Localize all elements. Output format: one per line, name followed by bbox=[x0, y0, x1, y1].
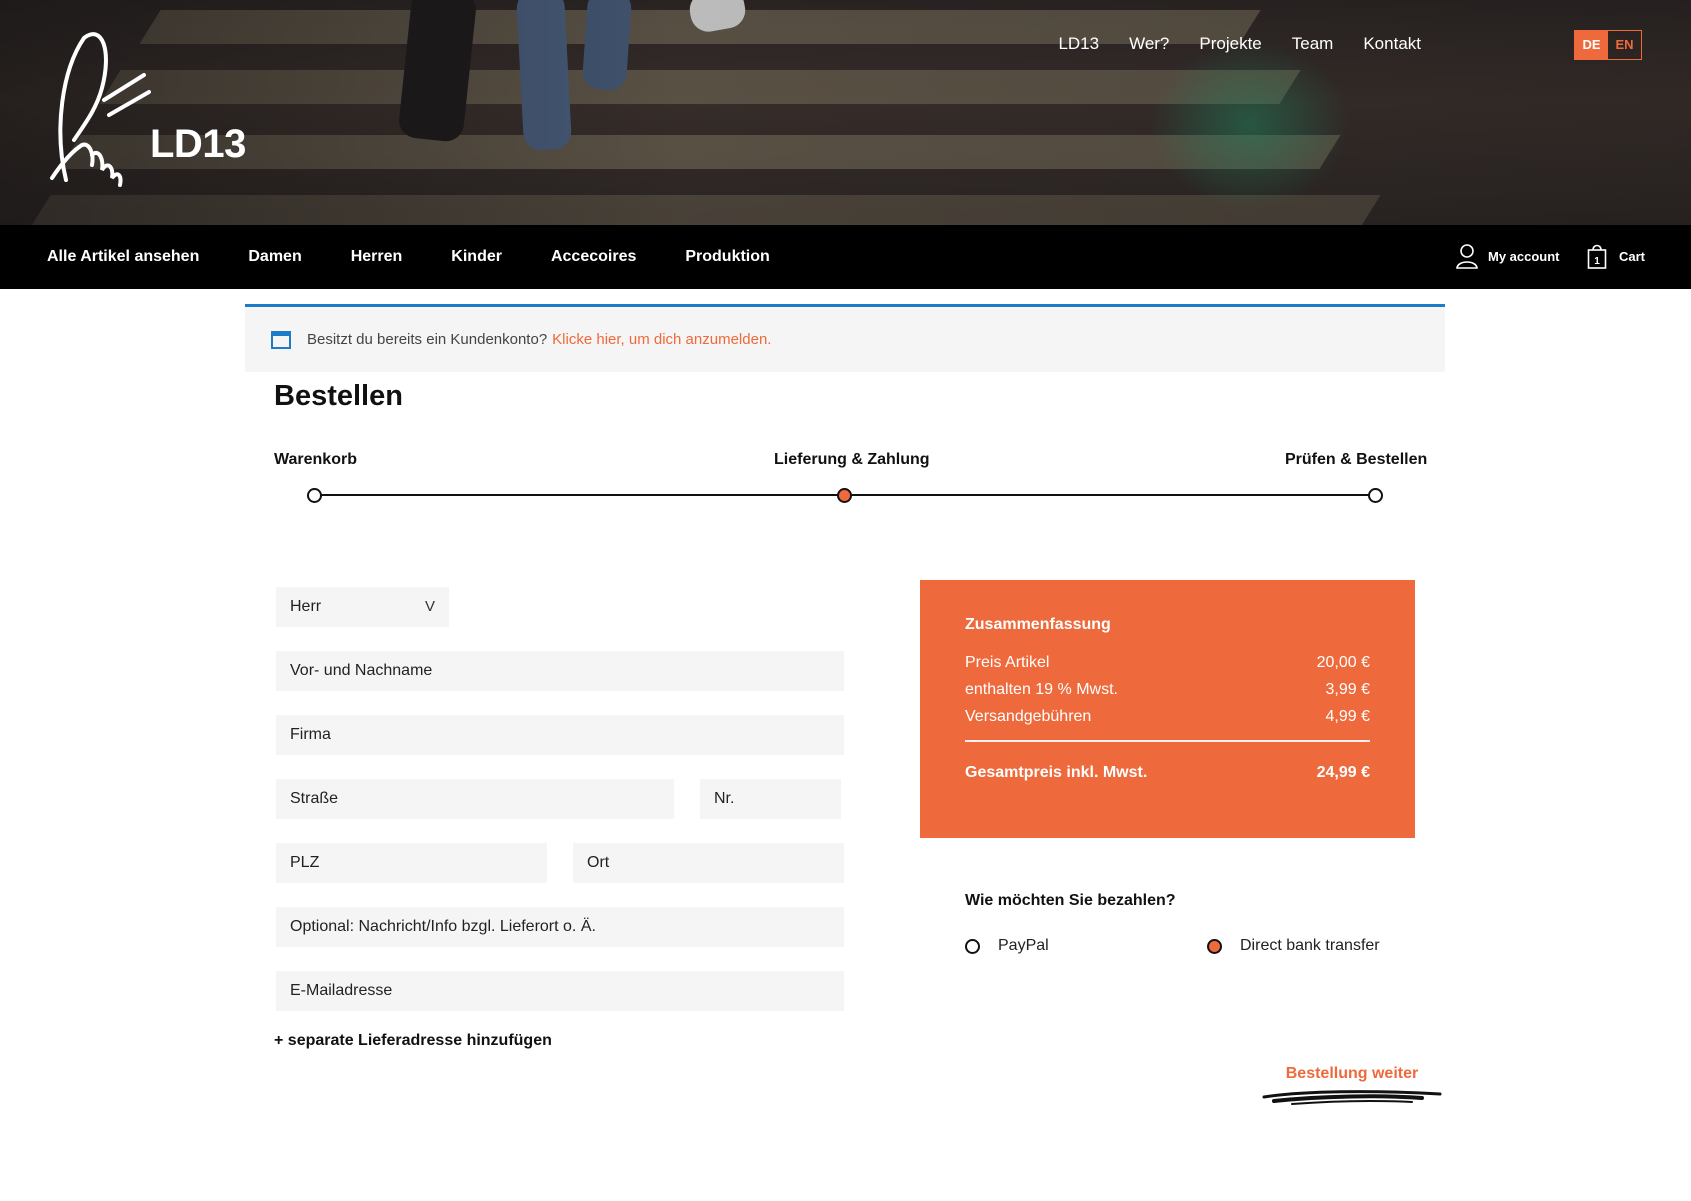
total-label: Gesamtpreis inkl. Mwst. bbox=[965, 764, 1148, 781]
message-field[interactable]: Optional: Nachricht/Info bzgl. Lieferort… bbox=[276, 907, 844, 947]
name-field[interactable]: Vor- und Nachname bbox=[276, 651, 844, 691]
brush-underline-icon bbox=[1262, 1090, 1442, 1105]
summary-title: Zusammenfassung bbox=[965, 616, 1111, 633]
hero-header: LD13 LD13 Wer? Projekte Team Kontakt DE … bbox=[0, 0, 1691, 225]
cart-count: 1 bbox=[1594, 256, 1600, 267]
topnav-projekte[interactable]: Projekte bbox=[1199, 34, 1261, 54]
payment-option-paypal[interactable]: PayPal bbox=[965, 937, 1049, 955]
payment-option-label: PayPal bbox=[998, 937, 1049, 954]
user-icon bbox=[1456, 244, 1478, 269]
email-field[interactable]: E-Mailadresse bbox=[276, 971, 844, 1011]
topnav-ld13[interactable]: LD13 bbox=[1058, 34, 1099, 54]
my-account-link[interactable]: My account bbox=[1456, 243, 1560, 269]
notice-text: Besitzt du bereits ein Kundenkonto? bbox=[307, 331, 548, 348]
payment-option-label: Direct bank transfer bbox=[1240, 937, 1380, 954]
summary-divider bbox=[965, 740, 1370, 742]
step-delivery-label: Lieferung & Zahlung bbox=[774, 451, 930, 468]
add-shipping-address-link[interactable]: + separate Lieferadresse hinzufügen bbox=[274, 1032, 552, 1050]
topnav-kontakt[interactable]: Kontakt bbox=[1363, 34, 1421, 54]
topnav-wer[interactable]: Wer? bbox=[1129, 34, 1169, 54]
payment-question: Wie möchten Sie bezahlen? bbox=[965, 892, 1176, 909]
page-title: Bestellen bbox=[274, 380, 403, 412]
summary-label: Preis Artikel bbox=[965, 654, 1050, 671]
email-placeholder: E-Mailadresse bbox=[290, 982, 393, 999]
continue-order-label: Bestellung weiter bbox=[1285, 1065, 1419, 1082]
step-review-dot bbox=[1368, 488, 1383, 503]
house-number-field[interactable]: Nr. bbox=[700, 779, 841, 819]
chevron-down-icon: V bbox=[424, 598, 435, 615]
lang-de-button[interactable]: DE bbox=[1575, 31, 1608, 59]
radio-button-selected[interactable] bbox=[1207, 938, 1222, 954]
name-placeholder: Vor- und Nachname bbox=[290, 662, 433, 679]
nav-kinder[interactable]: Kinder bbox=[451, 248, 502, 266]
cart-link[interactable]: 1 Cart bbox=[1587, 243, 1645, 269]
summary-value: 4,99 € bbox=[1325, 708, 1370, 725]
step-review-label: Prüfen & Bestellen bbox=[1285, 451, 1428, 468]
login-notice: Besitzt du bereits ein Kundenkonto? Klic… bbox=[245, 304, 1445, 372]
summary-total-row: Gesamtpreis inkl. Mwst. 24,99 € bbox=[965, 764, 1370, 782]
summary-row: Preis Artikel 20,00 € bbox=[965, 654, 1370, 672]
zip-placeholder: PLZ bbox=[290, 854, 320, 871]
shopping-bag-icon: 1 bbox=[1587, 244, 1607, 269]
summary-row: enthalten 19 % Mwst. 3,99 € bbox=[965, 681, 1370, 699]
nav-accessoires[interactable]: Accecoires bbox=[551, 248, 636, 266]
top-navigation: LD13 Wer? Projekte Team Kontakt bbox=[1058, 34, 1421, 54]
language-switcher: DE EN bbox=[1574, 30, 1642, 60]
step-cart-dot[interactable] bbox=[307, 488, 322, 503]
nav-produktion[interactable]: Produktion bbox=[685, 248, 769, 266]
payment-option-bank-transfer[interactable]: Direct bank transfer bbox=[1207, 937, 1380, 955]
summary-label: enthalten 19 % Mwst. bbox=[965, 681, 1118, 698]
step-cart-label: Warenkorb bbox=[274, 451, 357, 468]
lang-en-button[interactable]: EN bbox=[1608, 31, 1641, 59]
summary-row: Versandgebühren 4,99 € bbox=[965, 708, 1370, 726]
message-placeholder: Optional: Nachricht/Info bzgl. Lieferort… bbox=[290, 918, 596, 935]
nav-herren[interactable]: Herren bbox=[351, 248, 403, 266]
continue-order-button[interactable]: Bestellung weiter bbox=[1262, 1065, 1442, 1107]
salutation-value: Herr bbox=[290, 598, 322, 615]
city-field[interactable]: Ort bbox=[573, 843, 844, 883]
zip-field[interactable]: PLZ bbox=[276, 843, 547, 883]
salutation-select[interactable]: Herr V bbox=[276, 587, 449, 627]
street-placeholder: Straße bbox=[290, 790, 339, 807]
cart-label: Cart bbox=[1619, 248, 1646, 264]
login-link[interactable]: Klicke hier, um dich anzumelden. bbox=[552, 331, 771, 348]
total-value: 24,99 € bbox=[1316, 764, 1370, 781]
company-placeholder: Firma bbox=[290, 726, 331, 743]
nav-all-articles[interactable]: Alle Artikel ansehen bbox=[47, 248, 199, 266]
order-summary: Zusammenfassung Preis Artikel 20,00 € en… bbox=[920, 580, 1415, 838]
radio-button[interactable] bbox=[965, 938, 980, 954]
summary-value: 20,00 € bbox=[1316, 654, 1370, 671]
street-field[interactable]: Straße bbox=[276, 779, 674, 819]
house-number-placeholder: Nr. bbox=[714, 790, 735, 807]
city-placeholder: Ort bbox=[587, 854, 610, 871]
topnav-team[interactable]: Team bbox=[1292, 34, 1334, 54]
step-delivery-dot bbox=[837, 488, 852, 503]
logo-icon[interactable] bbox=[44, 30, 154, 190]
company-field[interactable]: Firma bbox=[276, 715, 844, 755]
summary-label: Versandgebühren bbox=[965, 708, 1092, 725]
window-icon bbox=[271, 330, 291, 349]
main-navigation: Alle Artikel ansehen Damen Herren Kinder… bbox=[0, 225, 1691, 289]
summary-value: 3,99 € bbox=[1325, 681, 1370, 698]
brand-name[interactable]: LD13 bbox=[150, 122, 246, 167]
nav-damen[interactable]: Damen bbox=[248, 248, 301, 266]
my-account-label: My account bbox=[1488, 248, 1560, 264]
